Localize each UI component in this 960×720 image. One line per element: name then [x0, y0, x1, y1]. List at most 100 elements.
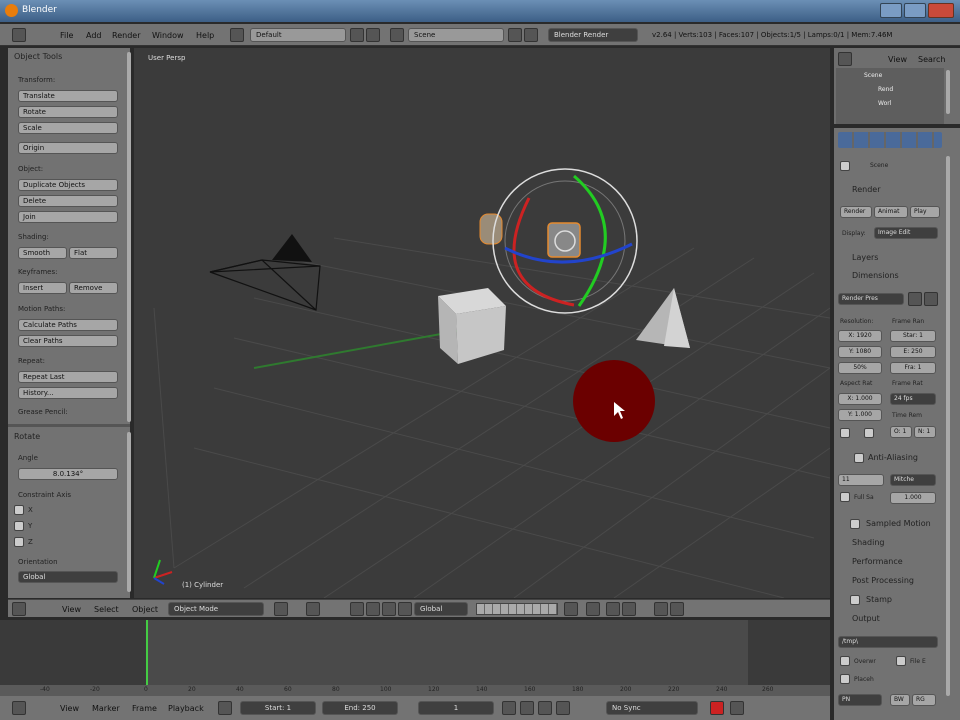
3d-editor-type-icon[interactable]	[12, 602, 26, 616]
post-processing-panel-header[interactable]: Post Processing	[838, 573, 946, 589]
current-frame-line[interactable]	[146, 620, 148, 685]
outliner-item-render-layers[interactable]: Rend	[878, 86, 893, 93]
tool-shelf-scrollbar-top[interactable]	[127, 52, 131, 422]
timeline-ruler[interactable]: -40 -20 0 20 40 60 80 100 120 140 160 18…	[0, 685, 830, 696]
timeline-menu-playback[interactable]: Playback	[168, 704, 204, 713]
frame-step-prop[interactable]: Fra: 1	[890, 362, 936, 374]
smooth-button[interactable]: Smooth	[18, 247, 67, 259]
translate-button[interactable]: Translate	[18, 90, 118, 102]
dimensions-panel-header[interactable]: Dimensions	[838, 268, 946, 284]
editor-type-icon[interactable]	[12, 28, 26, 42]
properties-scrollbar[interactable]	[946, 156, 950, 696]
output-path-field[interactable]: /tmp\	[838, 636, 938, 648]
performance-panel-header[interactable]: Performance	[838, 554, 946, 570]
repeat-last-button[interactable]: Repeat Last	[18, 371, 118, 383]
render-image-button[interactable]: Render	[840, 206, 872, 218]
properties-context-tabs[interactable]	[838, 132, 942, 148]
anti-aliasing-panel-header[interactable]: Anti-Aliasing	[838, 450, 946, 466]
delete-button[interactable]: Delete	[18, 195, 118, 207]
render-animation-button[interactable]: Animat	[874, 206, 908, 218]
layout-add-icon[interactable]	[350, 28, 364, 42]
aspect-y-field[interactable]: Y: 1.000	[838, 409, 882, 421]
start-frame-prop[interactable]: Star: 1	[890, 330, 936, 342]
timeline-menu-view[interactable]: View	[60, 704, 79, 713]
outliner-menu-search[interactable]: Search	[918, 55, 945, 64]
outliner-menu-view[interactable]: View	[888, 55, 907, 64]
placeholders-checkbox[interactable]	[840, 674, 850, 684]
jump-start-icon[interactable]	[502, 701, 516, 715]
viewport-shading-icon[interactable]	[274, 602, 288, 616]
snap-element-icon[interactable]	[622, 602, 636, 616]
layers-panel-header[interactable]: Layers	[838, 250, 946, 266]
timeline-menu-marker[interactable]: Marker	[92, 704, 120, 713]
full-sample-checkbox[interactable]	[840, 492, 850, 502]
preset-remove-icon[interactable]	[924, 292, 938, 306]
menu-add[interactable]: Add	[86, 31, 102, 40]
start-frame-field[interactable]: Start: 1	[240, 701, 316, 715]
calculate-paths-button[interactable]: Calculate Paths	[18, 319, 118, 331]
scale-manipulator-icon[interactable]	[398, 602, 412, 616]
current-frame-field[interactable]: 1	[418, 701, 494, 715]
scene-selector[interactable]: Scene	[408, 28, 504, 42]
outliner-scrollbar[interactable]	[946, 70, 950, 114]
scene-icon[interactable]	[390, 28, 404, 42]
overwrite-checkbox[interactable]	[840, 656, 850, 666]
flat-button[interactable]: Flat	[69, 247, 118, 259]
frame-rate-selector[interactable]: 24 fps	[890, 393, 936, 405]
shading-panel-header[interactable]: Shading	[838, 535, 946, 551]
join-button[interactable]: Join	[18, 211, 118, 223]
menu-view[interactable]: View	[62, 605, 81, 614]
menu-select[interactable]: Select	[94, 605, 119, 614]
layout-remove-icon[interactable]	[366, 28, 380, 42]
resolution-x-field[interactable]: X: 1920	[838, 330, 882, 342]
time-remap-old-field[interactable]: O: 1	[890, 426, 912, 438]
pivot-point-icon[interactable]	[306, 602, 320, 616]
close-button[interactable]	[928, 3, 954, 18]
scene-add-icon[interactable]	[508, 28, 522, 42]
insert-keyframe-button[interactable]: Insert	[18, 282, 67, 294]
output-panel-header[interactable]: Output	[838, 611, 946, 627]
display-selector[interactable]: Image Edit	[874, 227, 938, 239]
scale-button[interactable]: Scale	[18, 122, 118, 134]
border-checkbox[interactable]	[840, 428, 850, 438]
motion-blur-panel-header[interactable]: Sampled Motion	[838, 516, 946, 532]
play-icon[interactable]	[538, 701, 552, 715]
file-extensions-checkbox[interactable]	[896, 656, 906, 666]
render-preview-icon[interactable]	[654, 602, 668, 616]
resolution-percent-field[interactable]: 50%	[838, 362, 882, 374]
layer-buttons[interactable]	[476, 603, 558, 615]
menu-window[interactable]: Window	[152, 31, 184, 40]
translate-manipulator-icon[interactable]	[366, 602, 380, 616]
layout-icon[interactable]	[230, 28, 244, 42]
menu-render[interactable]: Render	[112, 31, 140, 40]
minimize-button[interactable]	[880, 3, 902, 18]
origin-button[interactable]: Origin	[18, 142, 118, 154]
lock-layers-icon[interactable]	[564, 602, 578, 616]
scene-checkbox[interactable]	[840, 161, 850, 171]
end-frame-prop[interactable]: E: 250	[890, 346, 936, 358]
maximize-button[interactable]	[904, 3, 926, 18]
manipulator-icon[interactable]	[350, 602, 364, 616]
outliner-item-world[interactable]: Worl	[878, 100, 891, 107]
render-animation-icon[interactable]	[670, 602, 684, 616]
time-remap-new-field[interactable]: N: 1	[914, 426, 936, 438]
rotate-button[interactable]: Rotate	[18, 106, 118, 118]
mode-selector[interactable]: Object Mode	[168, 602, 264, 616]
menu-help[interactable]: Help	[196, 31, 214, 40]
render-panel-header[interactable]: Render	[838, 182, 946, 198]
snap-icon[interactable]	[606, 602, 620, 616]
axis-x-checkbox[interactable]	[14, 505, 24, 515]
sync-mode-selector[interactable]: No Sync	[606, 701, 698, 715]
timeline-menu-frame[interactable]: Frame	[132, 704, 157, 713]
angle-field[interactable]: 8.0.134°	[18, 468, 118, 480]
aspect-x-field[interactable]: X: 1.000	[838, 393, 882, 405]
render-presets-selector[interactable]: Render Pres	[838, 293, 904, 305]
proportional-edit-icon[interactable]	[586, 602, 600, 616]
crop-checkbox[interactable]	[864, 428, 874, 438]
layout-selector[interactable]: Default	[250, 28, 346, 42]
object-tools-header[interactable]: Object Tools	[8, 50, 118, 64]
end-frame-field[interactable]: End: 250	[322, 701, 398, 715]
filter-size-field[interactable]: 1.000	[890, 492, 936, 504]
menu-file[interactable]: File	[60, 31, 73, 40]
resolution-y-field[interactable]: Y: 1080	[838, 346, 882, 358]
